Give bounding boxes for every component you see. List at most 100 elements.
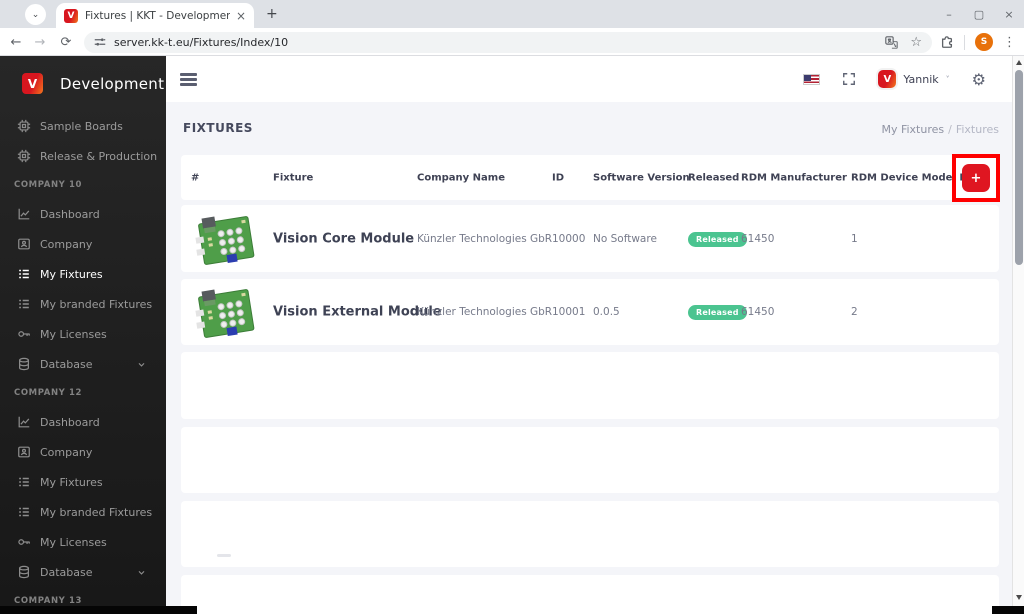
- sidebar-item-dashboard[interactable]: Dashboard: [0, 199, 166, 229]
- browser-profile-avatar[interactable]: S: [975, 33, 993, 51]
- col-header-software: Software Version: [593, 172, 690, 183]
- sidebar-item-my-fixtures[interactable]: My Fixtures: [0, 259, 166, 289]
- toolbar-divider: [964, 34, 965, 50]
- sidebar-section-company-10: COMPANY 10: [14, 180, 83, 190]
- back-button[interactable]: ←: [4, 28, 28, 56]
- empty-table-row: [181, 427, 999, 493]
- brand[interactable]: V Development: [0, 56, 166, 111]
- window-close-button[interactable]: ×: [994, 0, 1024, 28]
- sidebar-item-dashboard[interactable]: Dashboard: [0, 407, 166, 437]
- sidebar-item-label: My Licenses: [40, 327, 107, 341]
- sidebar-item-my-licenses[interactable]: My Licenses: [0, 527, 166, 557]
- page-scrollbar[interactable]: [1012, 56, 1024, 606]
- sidebar-item-database[interactable]: Database: [0, 557, 166, 587]
- gear-icon[interactable]: ⚙: [972, 70, 986, 89]
- empty-table-row: [181, 501, 999, 567]
- sidebar-item-label: My Licenses: [40, 535, 107, 549]
- sidebar-item-label: Sample Boards: [40, 119, 123, 133]
- window-edge: [992, 606, 1024, 614]
- window-maximize-button[interactable]: ▢: [964, 0, 994, 28]
- browser-menu-icon[interactable]: ⋮: [1003, 35, 1016, 50]
- database-icon: [17, 565, 31, 579]
- placeholder-dash: [217, 554, 231, 557]
- col-header-id: ID: [552, 172, 565, 183]
- breadcrumb-current: Fixtures: [955, 123, 999, 136]
- table-row[interactable]: Vision External Module Künzler Technolog…: [181, 279, 999, 345]
- sidebar-item-company[interactable]: Company: [0, 437, 166, 467]
- translate-icon[interactable]: [885, 35, 899, 49]
- fullscreen-icon[interactable]: [842, 72, 856, 86]
- rdm-manufacturer: 61450: [741, 306, 775, 318]
- fixture-id: 10001: [552, 306, 586, 318]
- id-card-icon: [17, 445, 31, 459]
- url-text[interactable]: server.kk-t.eu/Fixtures/Index/10: [114, 36, 885, 49]
- add-fixture-button[interactable]: +: [962, 164, 990, 192]
- sidebar-item-label: Company: [40, 445, 93, 459]
- sidebar-item-company[interactable]: Company: [0, 229, 166, 259]
- fixture-id: 10000: [552, 232, 586, 245]
- sidebar-item-database[interactable]: Database: [0, 349, 166, 379]
- screen: ⌄ V Fixtures | KKT - Development × + – ▢…: [0, 0, 1024, 614]
- reload-button[interactable]: ⟳: [54, 28, 78, 56]
- id-card-icon: [17, 237, 31, 251]
- browser-tab[interactable]: V Fixtures | KKT - Development ×: [56, 3, 254, 28]
- tab-close-icon[interactable]: ×: [236, 9, 246, 23]
- col-header-released: Released: [688, 172, 740, 183]
- bookmark-star-icon[interactable]: ☆: [910, 35, 922, 50]
- fixture-name[interactable]: Vision Core Module: [273, 231, 414, 246]
- sidebar-item-label: My branded Fixtures: [40, 505, 153, 519]
- cpu-icon: [17, 149, 31, 163]
- sidebar-item-my-fixtures[interactable]: My Fixtures: [0, 467, 166, 497]
- rdm-device-model-id: 2: [851, 306, 858, 318]
- software-version: No Software: [593, 232, 657, 245]
- tab-title: Fixtures | KKT - Development: [85, 9, 230, 22]
- chevron-down-icon: [137, 568, 146, 577]
- window-minimize-button[interactable]: –: [934, 0, 964, 28]
- sidebar-item-my-licenses[interactable]: My Licenses: [0, 319, 166, 349]
- fixture-thumbnail: [194, 211, 258, 267]
- main-content: FIXTURES My Fixtures / Fixtures # Fixture …: [166, 102, 1012, 614]
- breadcrumb-parent[interactable]: My Fixtures: [881, 123, 944, 136]
- sidebar-item-sample-boards[interactable]: Sample Boards: [0, 111, 166, 141]
- col-header-company: Company Name: [417, 172, 505, 183]
- list-icon: [17, 297, 31, 311]
- status-badge: Released: [688, 305, 747, 320]
- software-version: 0.0.5: [593, 306, 620, 318]
- chevron-down-icon: [137, 360, 146, 369]
- fixture-thumbnail: [194, 284, 258, 340]
- col-header-index: #: [191, 172, 200, 183]
- user-menu[interactable]: V Yannik ˅: [878, 70, 950, 88]
- user-name: Yannik: [903, 72, 939, 86]
- new-tab-button[interactable]: +: [266, 6, 278, 22]
- brand-logo: V: [22, 73, 43, 94]
- empty-table-row: [181, 575, 999, 614]
- list-icon: [17, 267, 31, 281]
- rdm-device-model-id: 1: [851, 232, 858, 245]
- cpu-icon: [17, 119, 31, 133]
- browser-toolbar: ← → ⟳ server.kk-t.eu/Fixtures/Index/10 ☆…: [0, 28, 1024, 56]
- site-settings-icon[interactable]: [94, 36, 106, 48]
- page-title: FIXTURES: [183, 121, 253, 135]
- sidebar-item-my-branded-fixtures[interactable]: My branded Fixtures: [0, 289, 166, 319]
- sidebar-item-label: My Fixtures: [40, 267, 103, 281]
- scroll-up-arrow[interactable]: [1016, 60, 1022, 65]
- company-name: Künzler Technologies GbR: [417, 306, 553, 318]
- scrollbar-thumb[interactable]: [1015, 70, 1023, 265]
- user-avatar: V: [878, 70, 897, 88]
- window-edge: [0, 606, 197, 614]
- sidebar-item-release-production[interactable]: Release & Production: [0, 141, 166, 171]
- scroll-down-arrow[interactable]: [1016, 595, 1022, 600]
- table-row[interactable]: Vision Core Module Künzler Technologies …: [181, 205, 999, 272]
- list-icon: [17, 475, 31, 489]
- tab-search-button[interactable]: ⌄: [25, 4, 46, 25]
- language-flag-us[interactable]: [803, 73, 821, 85]
- forward-button[interactable]: →: [28, 28, 52, 56]
- extensions-icon[interactable]: [940, 35, 954, 49]
- table-header-row: # Fixture Company Name ID Software Versi…: [181, 155, 999, 200]
- url-bar[interactable]: server.kk-t.eu/Fixtures/Index/10 ☆: [84, 31, 932, 53]
- menu-toggle-button[interactable]: [180, 72, 197, 86]
- sidebar-item-my-branded-fixtures[interactable]: My branded Fixtures: [0, 497, 166, 527]
- sidebar-item-label: Dashboard: [40, 207, 100, 221]
- app-header: V Yannik ˅ ⚙: [166, 56, 1012, 102]
- col-header-rdm-device-model-id: RDM Device Model Id: [851, 172, 971, 183]
